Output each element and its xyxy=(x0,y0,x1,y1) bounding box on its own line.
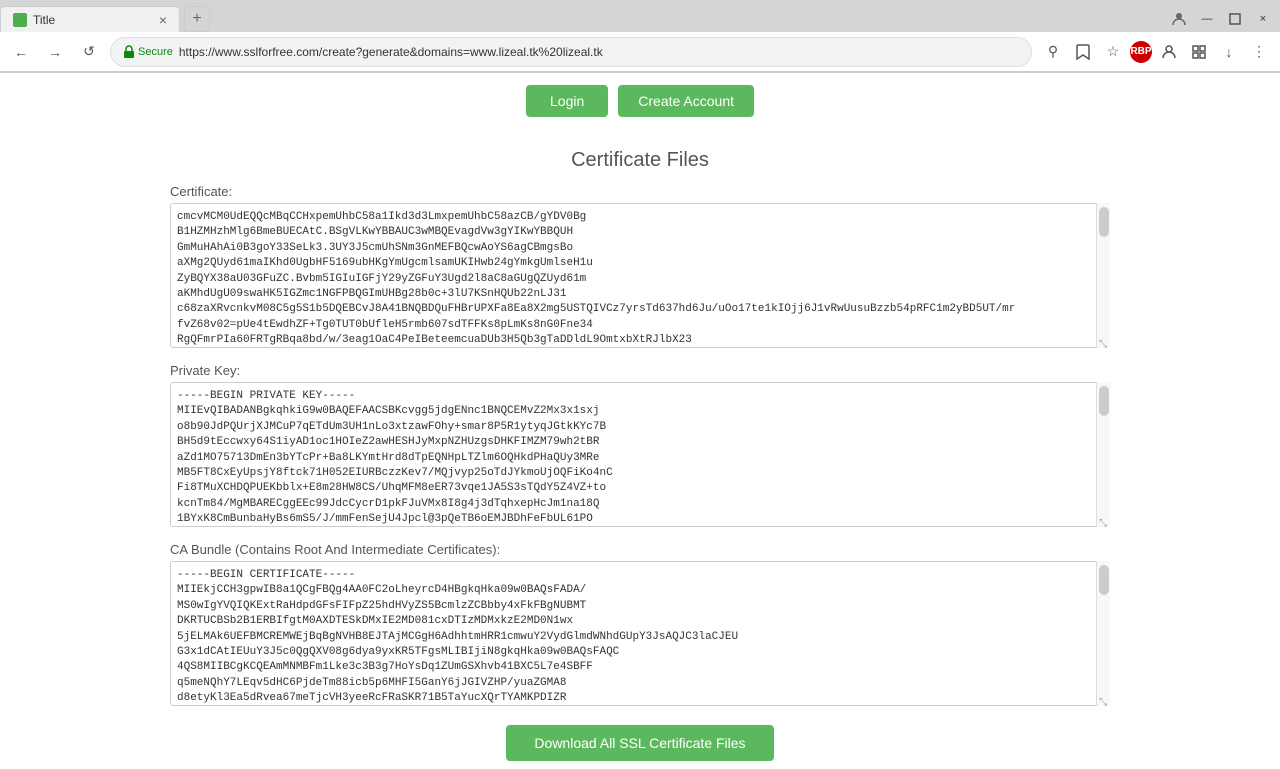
certificate-resize-handle[interactable]: ⤡ xyxy=(1096,337,1110,351)
private-key-wrapper: -----BEGIN PRIVATE KEY----- MIIEvQIBADAN… xyxy=(170,382,1110,530)
login-button[interactable]: Login xyxy=(526,85,608,117)
extensions-icon[interactable] xyxy=(1186,39,1212,65)
create-account-button[interactable]: Create Account xyxy=(618,85,754,117)
download-ssl-button[interactable]: Download All SSL Certificate Files xyxy=(506,725,773,761)
toolbar-icons: ⚲ ☆ RBP ↓ ⋮ xyxy=(1040,39,1272,65)
address-bar: ← → ↺ Secure https://www.sslforfree.com/… xyxy=(0,32,1280,72)
tab-bar: Title × + — × xyxy=(0,0,1280,32)
star-icon[interactable]: ☆ xyxy=(1100,39,1126,65)
page-content: Login Create Account Certificate Files C… xyxy=(0,73,1280,769)
ca-bundle-scroll-thumb xyxy=(1099,565,1109,595)
minimize-button[interactable]: — xyxy=(1194,9,1220,29)
browser-chrome: Title × + — × ← → ↺ Secure https: xyxy=(0,0,1280,73)
reload-button[interactable]: ↺ xyxy=(76,39,102,65)
certificate-textarea[interactable]: cmcvMCM0UdEQQcMBqCCHxpemUhbC58a1Ikd3d3Lm… xyxy=(170,203,1110,348)
certificate-files-section: Certificate Files Certificate: cmcvMCM0U… xyxy=(150,149,1130,761)
private-key-scrollbar xyxy=(1096,382,1110,527)
url-text: https://www.sslforfree.com/create?genera… xyxy=(179,45,1019,59)
certificate-scrollbar xyxy=(1096,203,1110,348)
back-button[interactable]: ← xyxy=(8,39,34,65)
section-title: Certificate Files xyxy=(170,149,1110,172)
download-status-icon[interactable]: ↓ xyxy=(1216,39,1242,65)
certificate-scroll-thumb xyxy=(1099,207,1109,237)
tab-favicon xyxy=(13,13,27,27)
ca-bundle-scrollbar xyxy=(1096,561,1110,706)
ca-bundle-wrapper: -----BEGIN CERTIFICATE----- MIIEkjCCH3gp… xyxy=(170,561,1110,709)
secure-label: Secure xyxy=(138,46,173,58)
certificate-label: Certificate: xyxy=(170,184,1110,199)
bookmark-icon[interactable] xyxy=(1070,39,1096,65)
user-icon[interactable] xyxy=(1156,39,1182,65)
private-key-label: Private Key: xyxy=(170,363,1110,378)
menu-icon[interactable]: ⋮ xyxy=(1246,39,1272,65)
auth-buttons: Login Create Account xyxy=(0,73,1280,133)
forward-button[interactable]: → xyxy=(42,39,68,65)
ca-bundle-label: CA Bundle (Contains Root And Intermediat… xyxy=(170,542,1110,557)
private-key-resize-handle[interactable]: ⤡ xyxy=(1096,516,1110,530)
search-icon[interactable]: ⚲ xyxy=(1040,39,1066,65)
rbp-extension-icon[interactable]: RBP xyxy=(1130,41,1152,63)
new-tab-button[interactable]: + xyxy=(184,6,210,32)
close-button[interactable]: × xyxy=(1250,9,1276,29)
tab-close-button[interactable]: × xyxy=(159,12,167,28)
private-key-scroll-thumb xyxy=(1099,386,1109,416)
tab-title: Title xyxy=(33,13,55,27)
maximize-button[interactable] xyxy=(1222,9,1248,29)
ca-bundle-resize-handle[interactable]: ⤡ xyxy=(1096,695,1110,709)
url-bar[interactable]: Secure https://www.sslforfree.com/create… xyxy=(110,37,1032,67)
window-controls: — × xyxy=(1166,9,1280,29)
browser-tab[interactable]: Title × xyxy=(0,6,180,32)
certificate-wrapper: cmcvMCM0UdEQQcMBqCCHxpemUhbC58a1Ikd3d3Lm… xyxy=(170,203,1110,351)
private-key-textarea[interactable]: -----BEGIN PRIVATE KEY----- MIIEvQIBADAN… xyxy=(170,382,1110,527)
secure-indicator: Secure xyxy=(123,45,173,59)
new-tab-icon: + xyxy=(192,10,201,28)
profile-icon[interactable] xyxy=(1166,9,1192,29)
ca-bundle-textarea[interactable]: -----BEGIN CERTIFICATE----- MIIEkjCCH3gp… xyxy=(170,561,1110,706)
